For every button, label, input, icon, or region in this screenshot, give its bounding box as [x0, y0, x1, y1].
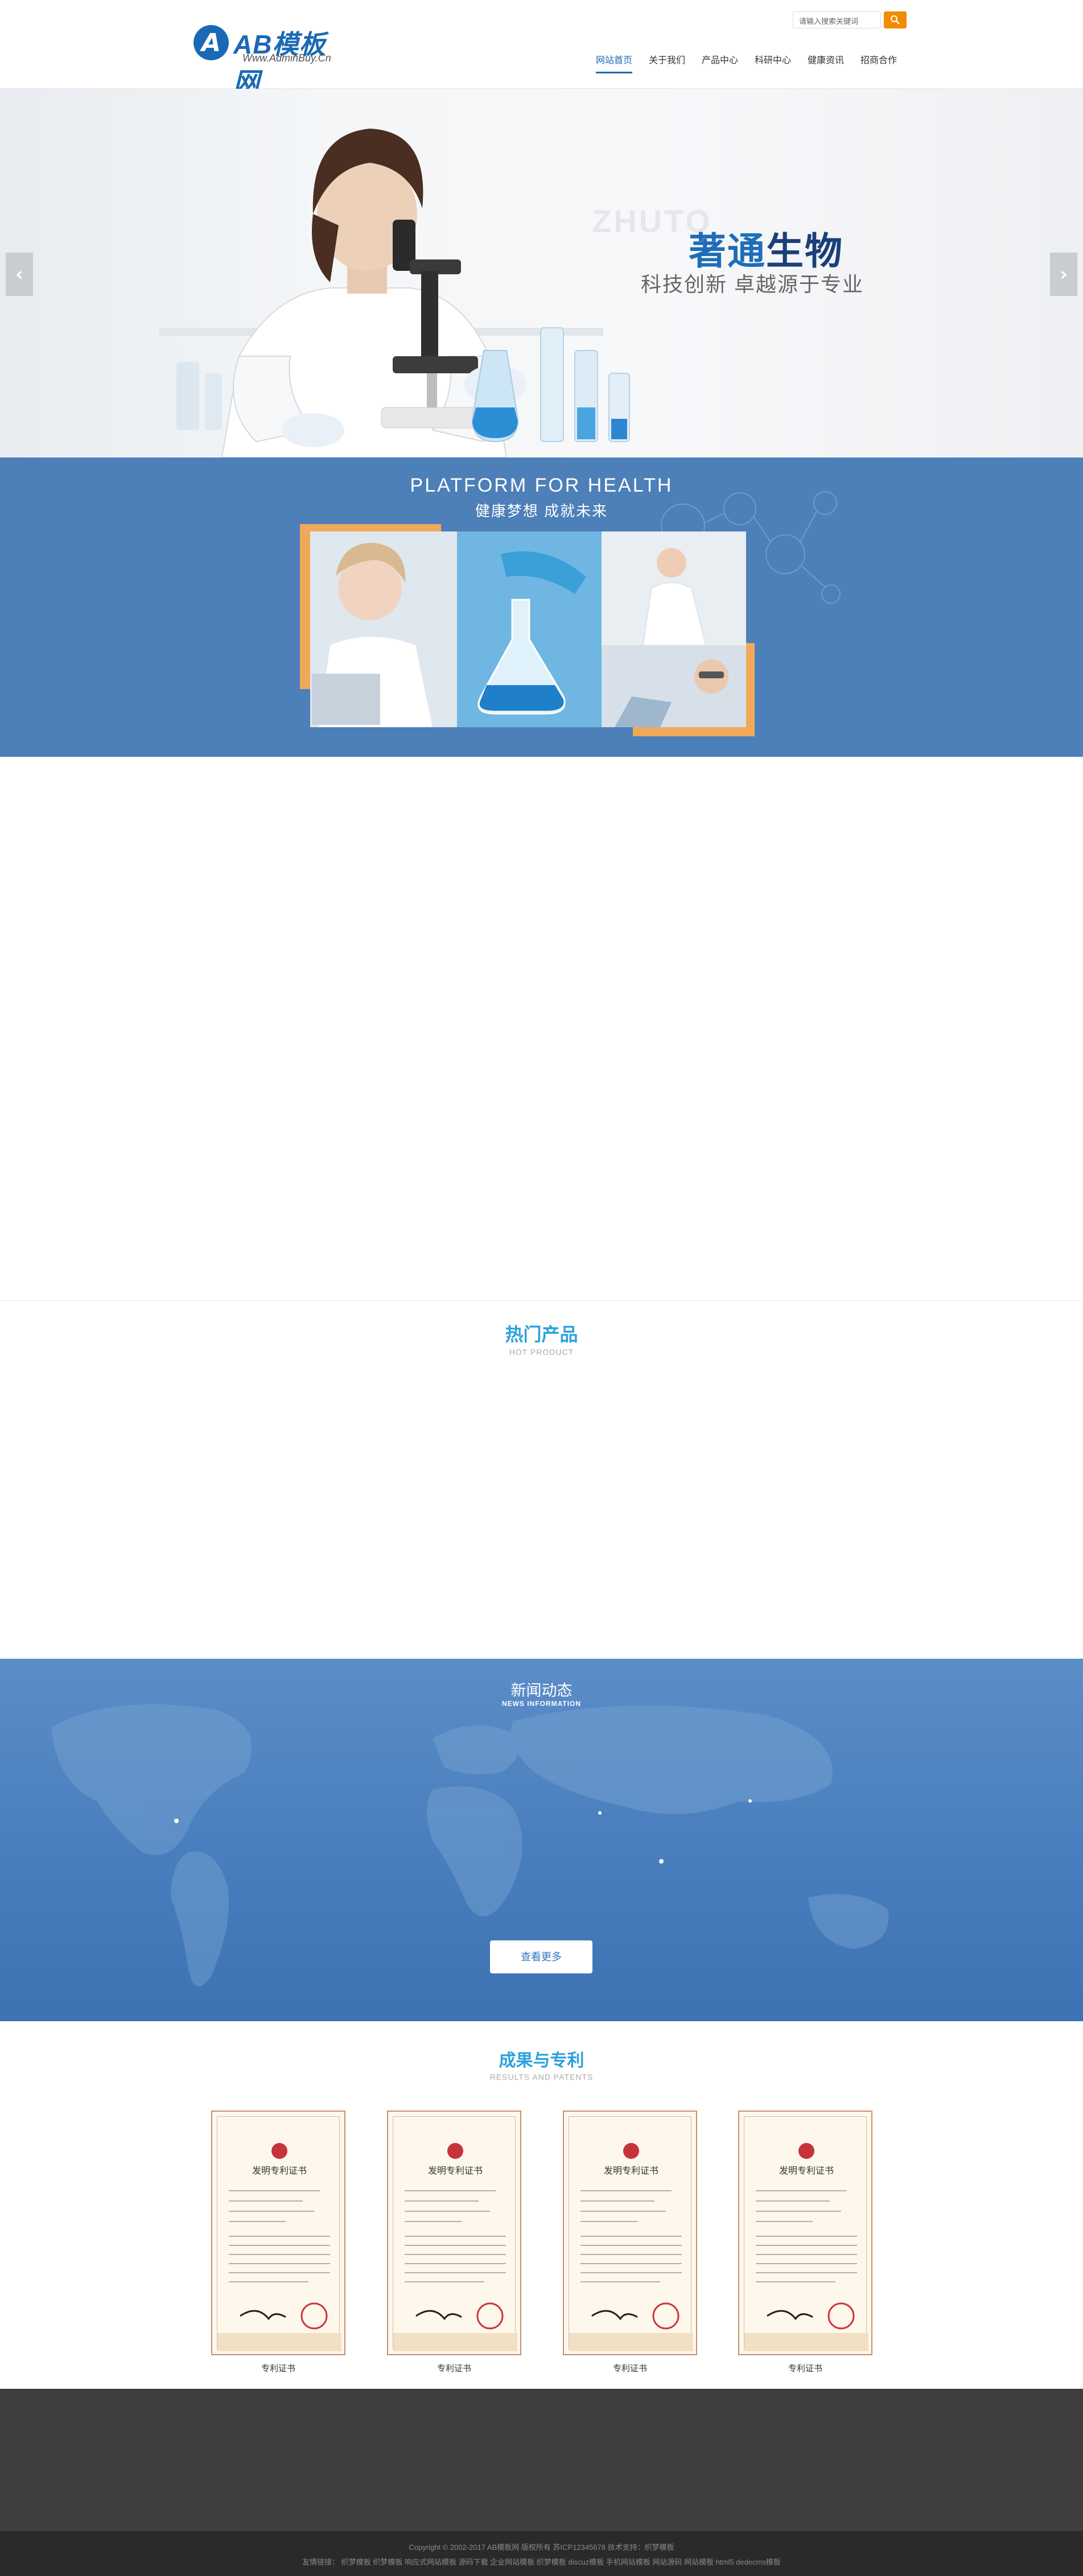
news-subtitle: NEWS INFORMATION — [501, 1700, 582, 1708]
hot-products-subtitle: HOT PRODUCT — [509, 1347, 574, 1357]
platform-section: PLATFORM FOR HEALTH 健康梦想 成就未来 — [0, 458, 1083, 757]
svg-text:发明专利证书: 发明专利证书 — [252, 2165, 307, 2176]
chevron-left-icon: ‹ — [15, 263, 23, 286]
site-logo[interactable]: A AB模板网 Www.AdminBuy.Cn — [193, 24, 347, 97]
footer-bottom: Copyright © 2002-2017 AB模板网 版权所有 苏ICP123… — [0, 2531, 1083, 2576]
patents-title: 成果与专利 — [499, 2051, 584, 2070]
hero-banner: ZHUTO 著通生物 科技创新 卓越源于专业 ‹ › — [0, 89, 1083, 458]
footer-copyright: Copyright © 2002-2017 AB模板网 版权所有 苏ICP123… — [409, 2543, 674, 2552]
nav-active-indicator — [596, 72, 633, 73]
platform-photo-collage — [300, 524, 755, 736]
nav-item-label: 科研中心 — [755, 56, 792, 65]
search-input[interactable]: 请输入搜索关键词 — [793, 11, 881, 28]
patent-label: 专利证书 — [612, 2364, 647, 2373]
certificate-content: 发明专利证书 — [393, 2143, 517, 2351]
section-divider — [0, 1300, 1083, 1301]
news-title: 新闻动态 — [510, 1682, 573, 1699]
footer-friend-links[interactable]: 友情链接： 织梦模板 织梦模板 响应式网站模板 源码下载 企业网站模板 织梦模板… — [0, 2556, 1083, 2567]
nav-item-label: 招商合作 — [860, 56, 897, 65]
patent-certificate-image: 发明专利证书 — [211, 2111, 345, 2355]
logo-mark: A — [193, 25, 229, 60]
nav-item-research[interactable]: 科研中心 — [755, 52, 791, 75]
search-button[interactable] — [884, 11, 907, 28]
chevron-right-icon: › — [1059, 263, 1068, 286]
site-header: A AB模板网 Www.AdminBuy.Cn 请输入搜索关键词 网站首页 关于… — [0, 0, 1083, 97]
nav-item-products[interactable]: 产品中心 — [702, 52, 738, 75]
slider-next-button[interactable]: › — [1050, 253, 1077, 296]
certificate-content: 发明专利证书 — [217, 2143, 341, 2351]
news-section: 新闻动态 NEWS INFORMATION 查看更多 — [0, 1659, 1083, 2021]
view-more-button[interactable]: 查看更多 — [490, 1940, 592, 1973]
nav-item-label: 产品中心 — [702, 56, 739, 65]
svg-text:发明专利证书: 发明专利证书 — [428, 2165, 483, 2176]
patent-certificate-image: 发明专利证书 — [563, 2111, 697, 2355]
patent-label: 专利证书 — [788, 2364, 822, 2373]
hot-products-title: 热门产品 — [505, 1324, 578, 1345]
hero-lab-illustration — [159, 129, 630, 458]
patent-label: 专利证书 — [261, 2364, 295, 2373]
hero-title: 著通生物 — [689, 221, 843, 275]
nav-item-label: 网站首页 — [596, 56, 633, 65]
nav-item-about[interactable]: 关于我们 — [649, 52, 685, 75]
patent-certificate-image: 发明专利证书 — [738, 2111, 872, 2355]
footer-top — [0, 2389, 1083, 2531]
hero-title-part1: 著通 — [689, 230, 766, 272]
search-icon — [891, 15, 900, 24]
certificate-content: 发明专利证书 — [744, 2143, 868, 2351]
svg-text:发明专利证书: 发明专利证书 — [604, 2165, 658, 2176]
patent-certificate-image: 发明专利证书 — [387, 2111, 521, 2355]
patents-subtitle: RESULTS AND PATENTS — [489, 2072, 594, 2082]
hero-title-part2: 生物 — [766, 230, 843, 272]
svg-text:发明专利证书: 发明专利证书 — [779, 2165, 834, 2176]
hero-subtitle: 科技创新 卓越源于专业 — [641, 273, 864, 296]
search-bar: 请输入搜索关键词 — [793, 11, 907, 28]
certificate-content: 发明专利证书 — [569, 2143, 693, 2351]
nav-item-cooperation[interactable]: 招商合作 — [860, 52, 897, 75]
slider-prev-button[interactable]: ‹ — [6, 253, 33, 296]
nav-item-label: 关于我们 — [649, 56, 686, 65]
nav-item-home[interactable]: 网站首页 — [596, 52, 633, 75]
nav-item-label: 健康资讯 — [808, 56, 845, 65]
nav-item-health-news[interactable]: 健康资讯 — [808, 52, 844, 75]
patents-section: 成果与专利 RESULTS AND PATENTS 发明专利证书 专利证书 发明… — [0, 2021, 1083, 2389]
logo-url: Www.AdminBuy.Cn — [242, 52, 331, 64]
patent-label: 专利证书 — [437, 2364, 471, 2373]
